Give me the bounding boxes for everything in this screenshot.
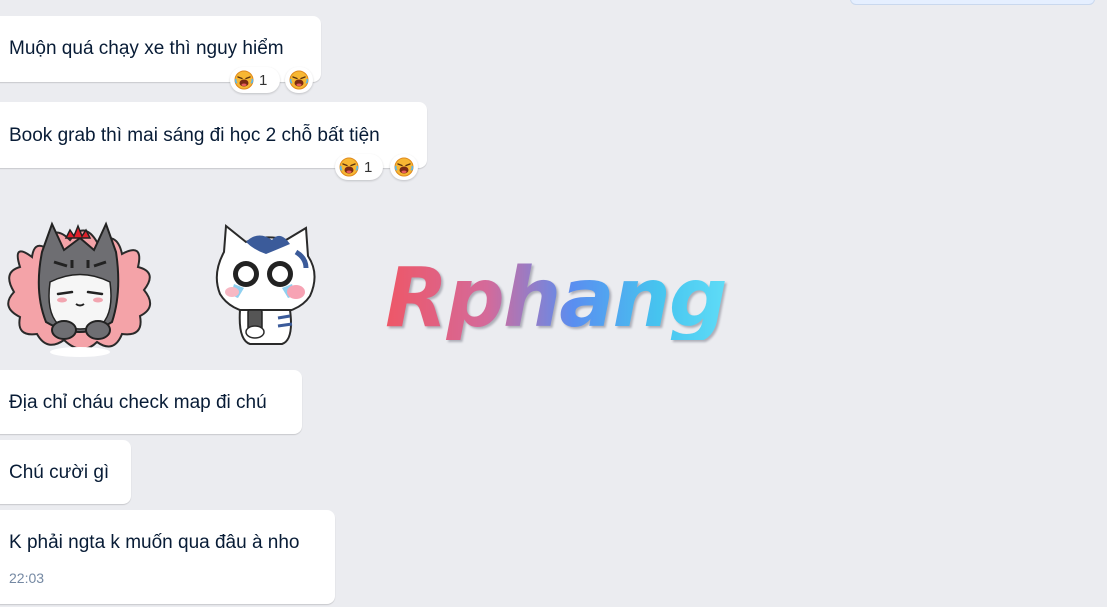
message-bubble[interactable]: Địa chỉ cháu check map đi chú [0, 370, 302, 434]
add-reaction-button[interactable] [285, 67, 313, 93]
message-text: Địa chỉ cháu check map đi chú [9, 392, 267, 413]
message-bubble[interactable]: Chú cười gì [0, 440, 131, 504]
message-text: K phải ngta k muốn qua đâu à nho [9, 532, 300, 553]
message-text: Chú cười gì [9, 462, 110, 483]
laughing-crying-face-icon [289, 70, 309, 90]
laughing-crying-face-icon [339, 157, 359, 177]
reaction-count: 1 [364, 158, 373, 176]
reaction-summary[interactable]: 1 [230, 67, 280, 93]
message-text: Book grab thì mai sáng đi học 2 chỗ bất … [9, 125, 380, 146]
previous-message-bubble-edge [850, 0, 1095, 5]
message-text: Muộn quá chạy xe thì nguy hiểm [9, 38, 284, 59]
reaction-count: 1 [259, 71, 268, 89]
laughing-crying-face-icon [394, 157, 414, 177]
message-timestamp: 22:03 [9, 570, 45, 586]
laughing-crying-face-icon [234, 70, 254, 90]
message-bubble[interactable]: K phải ngta k muốn qua đâu à nho 22:03 [0, 510, 335, 604]
grumpy-cat-sticker[interactable] [2, 212, 157, 357]
crying-cat-sticker[interactable] [210, 222, 322, 350]
watermark-logo: Rphang [385, 251, 728, 346]
reaction-summary[interactable]: 1 [335, 154, 383, 180]
add-reaction-button[interactable] [390, 154, 418, 180]
